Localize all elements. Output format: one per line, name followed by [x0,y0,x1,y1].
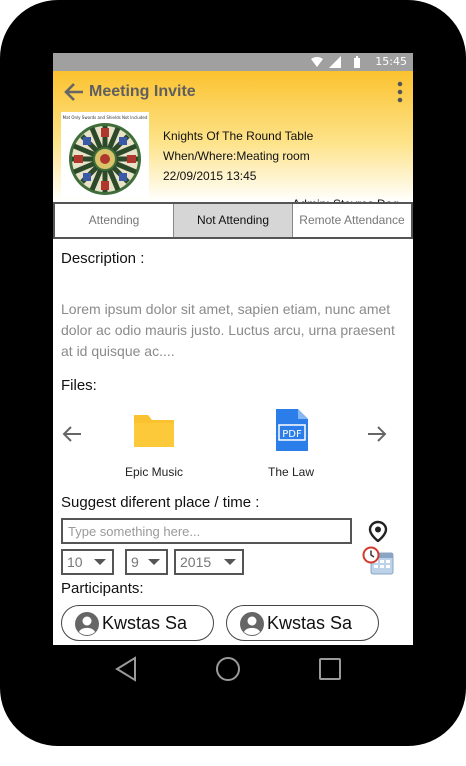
svg-text:PDF: PDF [282,429,302,440]
tab-remote-attendance[interactable]: Remote Attendance [293,204,411,237]
meeting-name: Knights Of The Round Table [163,129,314,143]
description-text: Lorem ipsum dolor sit amet, sapien etiam… [61,301,395,359]
month-select[interactable]: 9 [125,549,168,575]
round-table-image: Mat Only Swords and Shields Not Included [61,112,149,198]
more-vertical-icon[interactable] [395,81,405,103]
app-header: Meeting Invite Mat Only Swords and Shiel… [53,71,413,211]
file-item-the-law[interactable]: PDF The Law [251,409,331,479]
chevron-down-icon [224,559,236,565]
status-time: 15:45 [375,55,407,68]
participant-name: Kwstas Sa [267,613,353,633]
participant-chip[interactable]: Kwstas Sa [61,605,214,641]
file-name: Epic Music [124,465,183,479]
attendance-tabs: Attending Not Attending Remote Attendanc… [53,202,413,239]
day-select[interactable]: 10 [61,549,114,575]
tab-not-attending[interactable]: Not Attending [174,204,293,237]
next-arrow-icon[interactable] [366,423,388,445]
meeting-location: When/Where:Meating room [163,149,310,163]
participant-chip[interactable]: Kwstas Sa [226,605,379,641]
folder-icon [134,415,174,447]
nav-back-icon[interactable] [113,655,141,683]
file-name: The Law [267,465,315,479]
day-value: 10 [67,554,83,570]
year-value: 2015 [180,554,212,570]
month-value: 9 [131,554,139,570]
meeting-date: 22/09/2015 13:45 [163,169,257,183]
description-label: Description : [61,250,145,267]
avatar-icon [240,612,264,636]
chevron-down-icon [148,559,160,565]
nav-recents-icon[interactable] [316,655,344,683]
previous-arrow-icon[interactable] [61,423,83,445]
battery-icon [354,56,360,68]
suggest-input[interactable] [61,518,352,544]
year-select[interactable]: 2015 [174,549,244,575]
chevron-down-icon [94,559,106,565]
pdf-icon: PDF [276,409,308,451]
location-pin-icon[interactable] [367,520,389,542]
participants-label: Participants: [61,580,144,597]
file-item-epic-music[interactable]: Epic Music [114,409,194,479]
page-title: Meeting Invite [89,83,196,100]
navigation-bar [53,645,413,693]
avatar-icon [75,612,99,636]
tab-attending[interactable]: Attending [55,204,174,237]
suggest-label: Suggest diferent place / time : [61,494,260,511]
calendar-clock-icon[interactable] [362,546,396,576]
status-bar: 15:45 [53,53,413,71]
back-arrow-icon[interactable] [63,81,85,103]
files-label: Files: [61,377,97,394]
wifi-icon [311,57,323,67]
screen: 15:45 Meeting Invite Mat Only Swords and… [53,53,413,645]
svg-text:Mat Only Swords and Shields No: Mat Only Swords and Shields Not Included [63,115,148,120]
signal-icon [329,56,341,68]
participant-name: Kwstas Sa [102,613,188,633]
nav-home-icon[interactable] [214,655,242,683]
